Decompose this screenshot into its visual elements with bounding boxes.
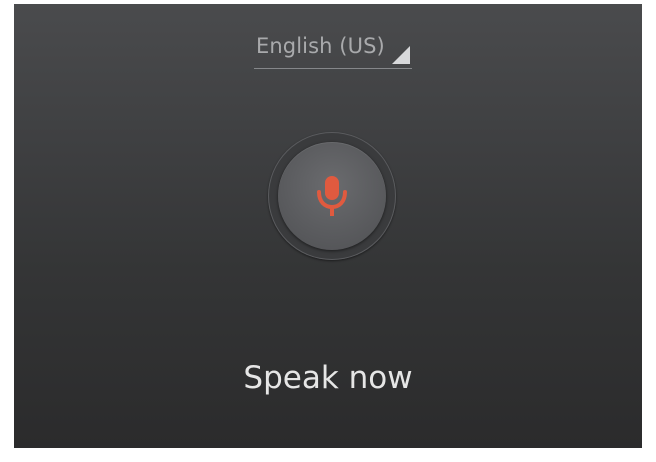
mic-button[interactable]	[278, 142, 386, 250]
voice-input-dialog: English (US) Speak now	[14, 4, 642, 448]
language-selector-underline	[254, 68, 412, 69]
language-selector-label: English (US)	[256, 34, 385, 58]
speak-now-prompt: Speak now	[243, 360, 413, 396]
dropdown-triangle-icon	[392, 46, 410, 64]
mic-button-ring	[268, 132, 396, 260]
microphone-icon	[317, 176, 347, 216]
language-selector[interactable]: English (US)	[254, 30, 412, 70]
